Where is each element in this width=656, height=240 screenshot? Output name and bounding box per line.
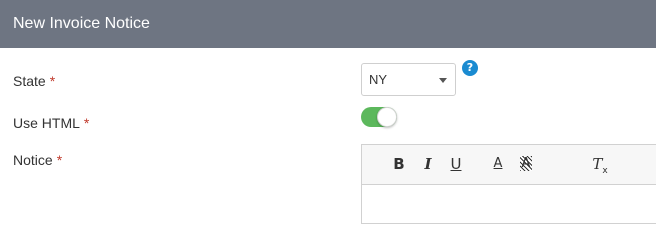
editor-content-area[interactable] bbox=[362, 185, 656, 225]
bold-icon[interactable]: B bbox=[389, 154, 409, 174]
use-html-label-text: Use HTML bbox=[13, 115, 80, 131]
clear-format-glyph: T bbox=[592, 155, 603, 173]
editor-toolbar: B I U A A Tx bbox=[362, 145, 656, 185]
italic-icon[interactable]: I bbox=[418, 154, 438, 174]
dialog-title: New Invoice Notice bbox=[13, 15, 150, 32]
state-select-value: NY bbox=[369, 72, 388, 87]
required-marker: * bbox=[83, 115, 90, 131]
notice-label-text: Notice bbox=[13, 152, 53, 168]
chevron-down-icon bbox=[439, 78, 447, 83]
state-label: State * bbox=[13, 73, 55, 89]
clear-format-icon[interactable]: Tx bbox=[590, 154, 610, 176]
dialog-header: New Invoice Notice bbox=[0, 0, 656, 48]
underline-icon[interactable]: U bbox=[446, 154, 466, 174]
clear-format-sub: x bbox=[602, 166, 608, 176]
required-marker: * bbox=[49, 73, 56, 89]
required-marker: * bbox=[56, 152, 63, 168]
use-html-toggle[interactable] bbox=[361, 107, 397, 127]
state-select[interactable]: NY bbox=[361, 63, 456, 96]
use-html-label: Use HTML * bbox=[13, 115, 89, 131]
state-label-text: State bbox=[13, 73, 46, 89]
toggle-knob bbox=[377, 107, 397, 127]
background-color-glyph: A bbox=[519, 156, 533, 171]
help-icon[interactable]: ? bbox=[462, 60, 478, 76]
background-color-icon[interactable]: A bbox=[516, 154, 536, 174]
notice-editor[interactable]: B I U A A Tx bbox=[361, 144, 656, 224]
text-color-icon[interactable]: A bbox=[488, 154, 508, 174]
notice-label: Notice * bbox=[13, 152, 62, 168]
